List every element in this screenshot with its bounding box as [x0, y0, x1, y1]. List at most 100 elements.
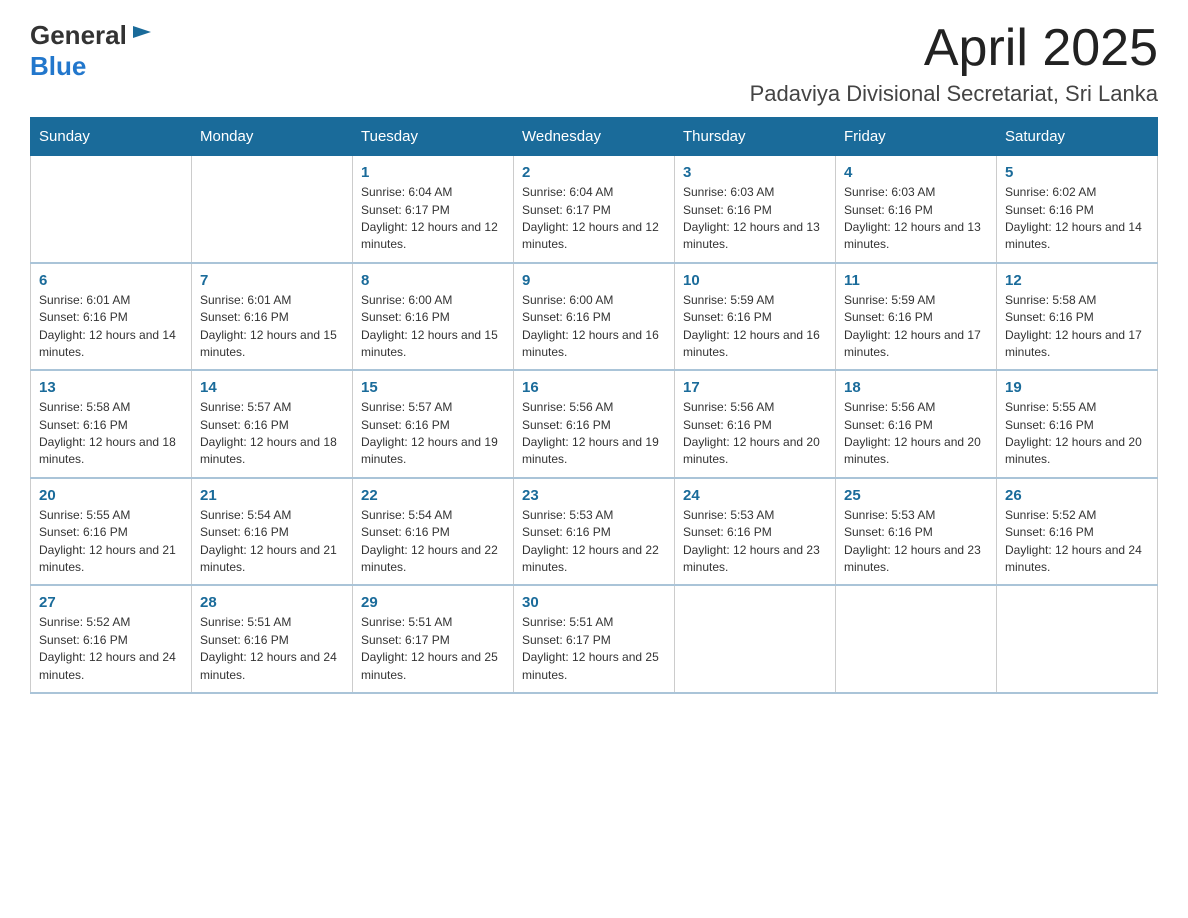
calendar-week-row: 13 Sunrise: 5:58 AMSunset: 6:16 PMDayligh…: [31, 370, 1158, 478]
calendar-cell: 4 Sunrise: 6:03 AMSunset: 6:16 PMDaylight…: [836, 156, 997, 263]
day-info: Sunrise: 5:52 AMSunset: 6:16 PMDaylight:…: [39, 614, 183, 684]
day-number: 21: [200, 487, 344, 504]
calendar-cell: 6Sunrise: 6:01 AMSunset: 6:16 PMDaylight…: [31, 263, 192, 371]
day-number: 4: [844, 164, 988, 181]
calendar-cell: 17 Sunrise: 5:56 AMSunset: 6:16 PMDayligh…: [675, 370, 836, 478]
calendar-cell: 30 Sunrise: 5:51 AMSunset: 6:17 PMDayligh…: [514, 585, 675, 693]
calendar-cell: 9Sunrise: 6:00 AMSunset: 6:16 PMDaylight…: [514, 263, 675, 371]
calendar-cell: 7 Sunrise: 6:01 AMSunset: 6:16 PMDaylight…: [192, 263, 353, 371]
weekday-header-saturday: Saturday: [997, 118, 1158, 156]
day-info: Sunrise: 5:52 AMSunset: 6:16 PMDaylight:…: [1005, 507, 1149, 577]
calendar-cell: 11 Sunrise: 5:59 AMSunset: 6:16 PMDayligh…: [836, 263, 997, 371]
calendar-week-row: 27 Sunrise: 5:52 AMSunset: 6:16 PMDayligh…: [31, 585, 1158, 693]
day-info: Sunrise: 5:51 AMSunset: 6:17 PMDaylight:…: [522, 614, 666, 684]
day-info: Sunrise: 5:54 AMSunset: 6:16 PMDaylight:…: [200, 507, 344, 577]
day-info: Sunrise: 5:59 AMSunset: 6:16 PMDaylight:…: [683, 292, 827, 362]
day-number: 14: [200, 379, 344, 396]
day-info: Sunrise: 5:53 AMSunset: 6:16 PMDaylight:…: [522, 507, 666, 577]
calendar-table: SundayMondayTuesdayWednesdayThursdayFrid…: [30, 117, 1158, 694]
day-info: Sunrise: 6:04 AMSunset: 6:17 PMDaylight:…: [522, 184, 666, 254]
day-number: 7: [200, 272, 344, 289]
location-subtitle: Padaviya Divisional Secretariat, Sri Lan…: [750, 81, 1158, 107]
calendar-cell: 23 Sunrise: 5:53 AMSunset: 6:16 PMDayligh…: [514, 478, 675, 586]
day-number: 17: [683, 379, 827, 396]
day-number: 23: [522, 487, 666, 504]
calendar-cell: 2 Sunrise: 6:04 AMSunset: 6:17 PMDaylight…: [514, 156, 675, 263]
day-number: 9: [522, 272, 666, 289]
day-number: 29: [361, 594, 505, 611]
day-number: 5: [1005, 164, 1149, 181]
day-number: 10: [683, 272, 827, 289]
calendar-cell: 19 Sunrise: 5:55 AMSunset: 6:16 PMDayligh…: [997, 370, 1158, 478]
calendar-cell: 5 Sunrise: 6:02 AMSunset: 6:16 PMDaylight…: [997, 156, 1158, 263]
calendar-cell: 15 Sunrise: 5:57 AMSunset: 6:16 PMDayligh…: [353, 370, 514, 478]
calendar-cell: 26 Sunrise: 5:52 AMSunset: 6:16 PMDayligh…: [997, 478, 1158, 586]
weekday-header-row: SundayMondayTuesdayWednesdayThursdayFrid…: [31, 118, 1158, 156]
calendar-cell: 16 Sunrise: 5:56 AMSunset: 6:16 PMDayligh…: [514, 370, 675, 478]
day-info: Sunrise: 6:03 AMSunset: 6:16 PMDaylight:…: [683, 184, 827, 254]
day-info: Sunrise: 5:58 AMSunset: 6:16 PMDaylight:…: [39, 399, 183, 469]
logo-general-text: General: [30, 20, 127, 51]
day-number: 26: [1005, 487, 1149, 504]
day-info: Sunrise: 5:59 AMSunset: 6:16 PMDaylight:…: [844, 292, 988, 362]
month-year-title: April 2025: [750, 20, 1158, 77]
day-info: Sunrise: 6:04 AMSunset: 6:17 PMDaylight:…: [361, 184, 505, 254]
calendar-cell: 12Sunrise: 5:58 AMSunset: 6:16 PMDayligh…: [997, 263, 1158, 371]
calendar-cell: [836, 585, 997, 693]
day-number: 2: [522, 164, 666, 181]
day-info: Sunrise: 5:53 AMSunset: 6:16 PMDaylight:…: [844, 507, 988, 577]
weekday-header-sunday: Sunday: [31, 118, 192, 156]
weekday-header-thursday: Thursday: [675, 118, 836, 156]
day-info: Sunrise: 6:02 AMSunset: 6:16 PMDaylight:…: [1005, 184, 1149, 254]
day-number: 24: [683, 487, 827, 504]
day-number: 16: [522, 379, 666, 396]
day-info: Sunrise: 6:01 AMSunset: 6:16 PMDaylight:…: [200, 292, 344, 362]
calendar-cell: 14Sunrise: 5:57 AMSunset: 6:16 PMDayligh…: [192, 370, 353, 478]
calendar-cell: 27 Sunrise: 5:52 AMSunset: 6:16 PMDayligh…: [31, 585, 192, 693]
calendar-cell: 20Sunrise: 5:55 AMSunset: 6:16 PMDayligh…: [31, 478, 192, 586]
calendar-cell: 8Sunrise: 6:00 AMSunset: 6:16 PMDaylight…: [353, 263, 514, 371]
day-info: Sunrise: 5:55 AMSunset: 6:16 PMDaylight:…: [39, 507, 183, 577]
weekday-header-tuesday: Tuesday: [353, 118, 514, 156]
day-number: 13: [39, 379, 183, 396]
calendar-cell: 25 Sunrise: 5:53 AMSunset: 6:16 PMDayligh…: [836, 478, 997, 586]
day-number: 1: [361, 164, 505, 181]
day-number: 12: [1005, 272, 1149, 289]
day-number: 19: [1005, 379, 1149, 396]
day-info: Sunrise: 5:56 AMSunset: 6:16 PMDaylight:…: [683, 399, 827, 469]
day-info: Sunrise: 6:03 AMSunset: 6:16 PMDaylight:…: [844, 184, 988, 254]
day-number: 8: [361, 272, 505, 289]
calendar-cell: 21 Sunrise: 5:54 AMSunset: 6:16 PMDayligh…: [192, 478, 353, 586]
day-number: 28: [200, 594, 344, 611]
calendar-cell: 3 Sunrise: 6:03 AMSunset: 6:16 PMDaylight…: [675, 156, 836, 263]
day-number: 27: [39, 594, 183, 611]
calendar-cell: 1 Sunrise: 6:04 AMSunset: 6:17 PMDaylight…: [353, 156, 514, 263]
calendar-week-row: 1 Sunrise: 6:04 AMSunset: 6:17 PMDaylight…: [31, 156, 1158, 263]
page-header: General Blue April 2025 Padaviya Divisio…: [30, 20, 1158, 107]
calendar-cell: 22 Sunrise: 5:54 AMSunset: 6:16 PMDayligh…: [353, 478, 514, 586]
calendar-cell: 29Sunrise: 5:51 AMSunset: 6:17 PMDayligh…: [353, 585, 514, 693]
calendar-cell: [675, 585, 836, 693]
day-number: 3: [683, 164, 827, 181]
calendar-cell: 18Sunrise: 5:56 AMSunset: 6:16 PMDayligh…: [836, 370, 997, 478]
weekday-header-monday: Monday: [192, 118, 353, 156]
day-number: 25: [844, 487, 988, 504]
day-number: 11: [844, 272, 988, 289]
calendar-week-row: 20Sunrise: 5:55 AMSunset: 6:16 PMDayligh…: [31, 478, 1158, 586]
calendar-cell: [31, 156, 192, 263]
day-number: 15: [361, 379, 505, 396]
day-info: Sunrise: 5:56 AMSunset: 6:16 PMDaylight:…: [522, 399, 666, 469]
day-info: Sunrise: 5:51 AMSunset: 6:16 PMDaylight:…: [200, 614, 344, 684]
day-info: Sunrise: 5:55 AMSunset: 6:16 PMDaylight:…: [1005, 399, 1149, 469]
weekday-header-friday: Friday: [836, 118, 997, 156]
day-info: Sunrise: 5:53 AMSunset: 6:16 PMDaylight:…: [683, 507, 827, 577]
day-info: Sunrise: 5:54 AMSunset: 6:16 PMDaylight:…: [361, 507, 505, 577]
weekday-header-wednesday: Wednesday: [514, 118, 675, 156]
day-number: 30: [522, 594, 666, 611]
day-info: Sunrise: 5:56 AMSunset: 6:16 PMDaylight:…: [844, 399, 988, 469]
logo-flag-icon: [129, 22, 157, 50]
day-number: 22: [361, 487, 505, 504]
day-info: Sunrise: 6:01 AMSunset: 6:16 PMDaylight:…: [39, 292, 183, 362]
calendar-cell: 13 Sunrise: 5:58 AMSunset: 6:16 PMDayligh…: [31, 370, 192, 478]
day-info: Sunrise: 5:57 AMSunset: 6:16 PMDaylight:…: [361, 399, 505, 469]
